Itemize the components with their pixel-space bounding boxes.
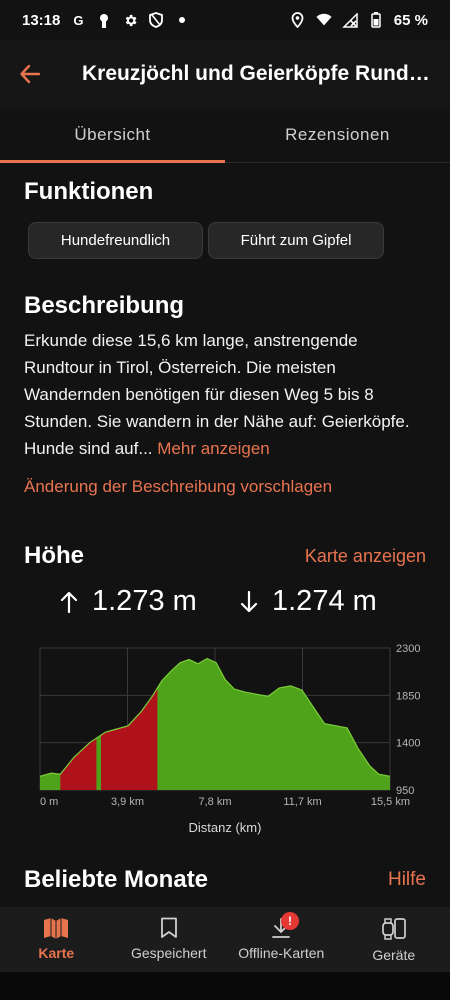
tab-overview[interactable]: Übersicht <box>0 108 225 163</box>
nav-saved-label: Gespeichert <box>131 945 207 961</box>
chart-x-ticks: 0 m 3,9 km 7,8 km 11,7 km 15,5 km <box>40 796 410 808</box>
chip-summit[interactable]: Führt zum Gipfel <box>208 222 384 259</box>
descent-value: 1.274 m <box>272 585 377 617</box>
shield-icon <box>148 12 164 28</box>
offline-maps-badge: ! <box>281 912 299 930</box>
description-text: Erkunde diese 15,6 km lange, anstrengend… <box>24 327 424 462</box>
app-bar: Kreuzjöchl und Geierköpfe Rundtour <box>0 40 450 108</box>
nav-devices-label: Geräte <box>372 947 416 963</box>
x-tick-label: 11,7 km <box>283 796 321 808</box>
help-link[interactable]: Hilfe <box>388 869 426 891</box>
nav-saved[interactable]: Gespeichert <box>113 907 226 972</box>
location-icon <box>290 12 306 28</box>
show-more-link[interactable]: Mehr anzeigen <box>157 439 269 458</box>
popular-months-heading: Beliebte Monate <box>24 866 209 893</box>
chip-dog-friendly[interactable]: Hundefreundlich <box>28 222 203 259</box>
bookmark-icon <box>160 917 177 938</box>
page-title: Kreuzjöchl und Geierköpfe Rundtour <box>82 62 432 85</box>
nav-offline-maps[interactable]: ! Offline-Karten <box>225 907 338 972</box>
tab-bar: Übersicht Rezensionen <box>0 108 450 163</box>
suggest-edit-link[interactable]: Änderung der Beschreibung vorschlagen <box>24 477 332 497</box>
ascent-stat: 1.273 m <box>60 585 197 618</box>
elevation-chart: 950140018502300 0 m 3,9 km 7,8 km 11,7 km 15… <box>39 643 420 835</box>
back-button[interactable] <box>0 40 60 108</box>
x-tick-label: 15,5 km <box>371 796 410 808</box>
status-time: 13:18 <box>22 11 61 29</box>
steep-segment <box>100 687 158 790</box>
description-heading: Beschreibung <box>24 292 185 319</box>
descent-stat: 1.274 m <box>240 585 377 618</box>
chart-area <box>39 657 391 790</box>
map-icon <box>44 918 69 939</box>
tab-reviews[interactable]: Rezensionen <box>225 108 450 162</box>
bottom-navigation: Karte Gespeichert ! Offline-Karten Gerät… <box>0 907 450 972</box>
x-tick-label: 3,9 km <box>111 796 144 808</box>
watch-phone-icon <box>381 918 406 940</box>
status-bar: 13:18 G 65 % <box>0 0 450 40</box>
ascent-value: 1.273 m <box>92 585 197 617</box>
settings-icon <box>122 12 138 28</box>
system-nav-bar <box>0 972 450 1000</box>
wifi-icon <box>316 12 332 28</box>
show-map-link[interactable]: Karte anzeigen <box>305 546 426 567</box>
signal-icon <box>341 12 358 28</box>
elevation-heading: Höhe <box>24 542 84 569</box>
chart-y-ticks: 950140018502300 <box>396 643 420 797</box>
steep-segment <box>60 738 97 790</box>
y-tick-label: 1400 <box>396 738 420 750</box>
arrow-left-icon <box>20 64 41 84</box>
keyhole-icon <box>96 12 112 28</box>
dot-icon <box>174 12 190 28</box>
arrow-down-icon <box>240 590 258 612</box>
y-tick-label: 1850 <box>396 690 420 702</box>
nav-map-label: Karte <box>38 945 75 961</box>
google-icon: G <box>73 12 84 28</box>
nav-devices[interactable]: Geräte <box>338 907 450 972</box>
x-tick-label: 7,8 km <box>198 796 231 808</box>
battery-level: 65 % <box>393 11 428 29</box>
chart-x-label: Distanz (km) <box>189 820 262 835</box>
x-tick-label: 0 m <box>40 796 58 808</box>
features-heading: Funktionen <box>24 178 154 205</box>
nav-map[interactable]: Karte <box>0 907 113 972</box>
nav-offline-maps-label: Offline-Karten <box>238 945 325 961</box>
y-tick-label: 2300 <box>396 643 420 655</box>
battery-icon <box>368 12 384 28</box>
arrow-up-icon <box>60 591 78 613</box>
